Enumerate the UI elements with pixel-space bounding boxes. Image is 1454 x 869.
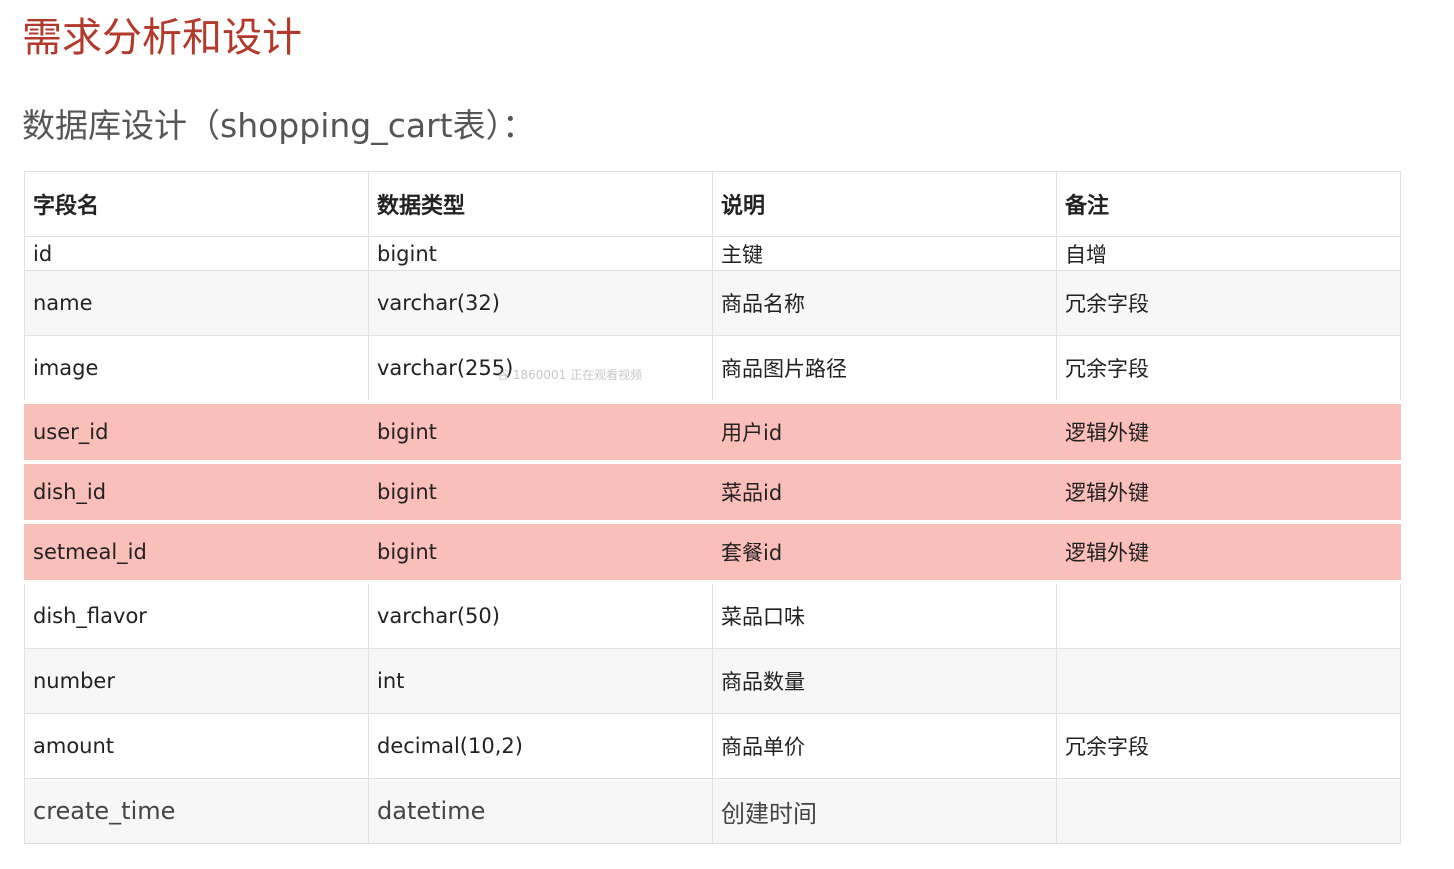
video-watermark: 谷 1860001 正在观看视频 <box>497 368 643 382</box>
header-remark: 备注 <box>1056 171 1401 237</box>
cell-field-name: image <box>24 335 369 403</box>
schema-table: 字段名 数据类型 说明 备注 id bigint 主键 自增 name varc… <box>24 171 1401 844</box>
cell-description: 创建时间 <box>712 778 1057 844</box>
table-row: amount decimal(10,2) 商品单价 冗余字段 <box>24 713 1401 779</box>
cell-data-type: bigint <box>368 520 713 584</box>
header-field-name: 字段名 <box>24 171 369 237</box>
cell-remark <box>1056 778 1401 844</box>
cell-remark <box>1056 648 1401 714</box>
table-row: id bigint 主键 自增 <box>24 236 1401 271</box>
table-row: image varchar(255) 商品图片路径 冗余字段 <box>24 335 1401 403</box>
cell-field-name: user_id <box>24 400 369 464</box>
table-row: name varchar(32) 商品名称 冗余字段 <box>24 270 1401 336</box>
cell-field-name: number <box>24 648 369 714</box>
cell-description: 商品名称 <box>712 270 1057 336</box>
table-row-highlighted: user_id bigint 用户id 逻辑外键 <box>24 400 1401 464</box>
cell-description: 商品数量 <box>712 648 1057 714</box>
header-data-type: 数据类型 <box>368 171 713 237</box>
cell-field-name: dish_id <box>24 460 369 524</box>
cell-data-type: varchar(32) <box>368 270 713 336</box>
cell-description: 套餐id <box>712 520 1057 584</box>
cell-description: 菜品id <box>712 460 1057 524</box>
page-title: 需求分析和设计 <box>22 15 302 61</box>
cell-data-type: bigint <box>368 460 713 524</box>
cell-remark: 冗余字段 <box>1056 270 1401 336</box>
cell-remark: 逻辑外键 <box>1056 400 1401 464</box>
cell-field-name: setmeal_id <box>24 520 369 584</box>
cell-description: 主键 <box>712 236 1057 271</box>
table-row: dish_flavor varchar(50) 菜品口味 <box>24 581 1401 649</box>
cell-data-type: int <box>368 648 713 714</box>
cell-remark: 逻辑外键 <box>1056 460 1401 524</box>
cell-description: 商品单价 <box>712 713 1057 779</box>
cell-remark: 冗余字段 <box>1056 335 1401 403</box>
header-description: 说明 <box>712 171 1057 237</box>
cell-data-type: datetime <box>368 778 713 844</box>
cell-remark: 冗余字段 <box>1056 713 1401 779</box>
cell-field-name: dish_flavor <box>24 581 369 649</box>
table-row: create_time datetime 创建时间 <box>24 778 1401 844</box>
cell-description: 菜品口味 <box>712 581 1057 649</box>
cell-remark: 自增 <box>1056 236 1401 271</box>
table-row: number int 商品数量 <box>24 648 1401 714</box>
table-row-highlighted: setmeal_id bigint 套餐id 逻辑外键 <box>24 520 1401 584</box>
cell-description: 商品图片路径 <box>712 335 1057 403</box>
table-row-highlighted: dish_id bigint 菜品id 逻辑外键 <box>24 460 1401 524</box>
cell-remark <box>1056 581 1401 649</box>
table-header-row: 字段名 数据类型 说明 备注 <box>24 171 1401 237</box>
cell-data-type: bigint <box>368 400 713 464</box>
section-subtitle: 数据库设计（shopping_cart表）： <box>22 106 536 145</box>
cell-field-name: amount <box>24 713 369 779</box>
cell-data-type: varchar(50) <box>368 581 713 649</box>
cell-field-name: name <box>24 270 369 336</box>
cell-remark: 逻辑外键 <box>1056 520 1401 584</box>
cell-field-name: id <box>24 236 369 271</box>
cell-field-name: create_time <box>24 778 369 844</box>
cell-data-type: bigint <box>368 236 713 271</box>
cell-data-type: decimal(10,2) <box>368 713 713 779</box>
schema-table-container: 字段名 数据类型 说明 备注 id bigint 主键 自增 name varc… <box>24 171 1401 844</box>
cell-description: 用户id <box>712 400 1057 464</box>
